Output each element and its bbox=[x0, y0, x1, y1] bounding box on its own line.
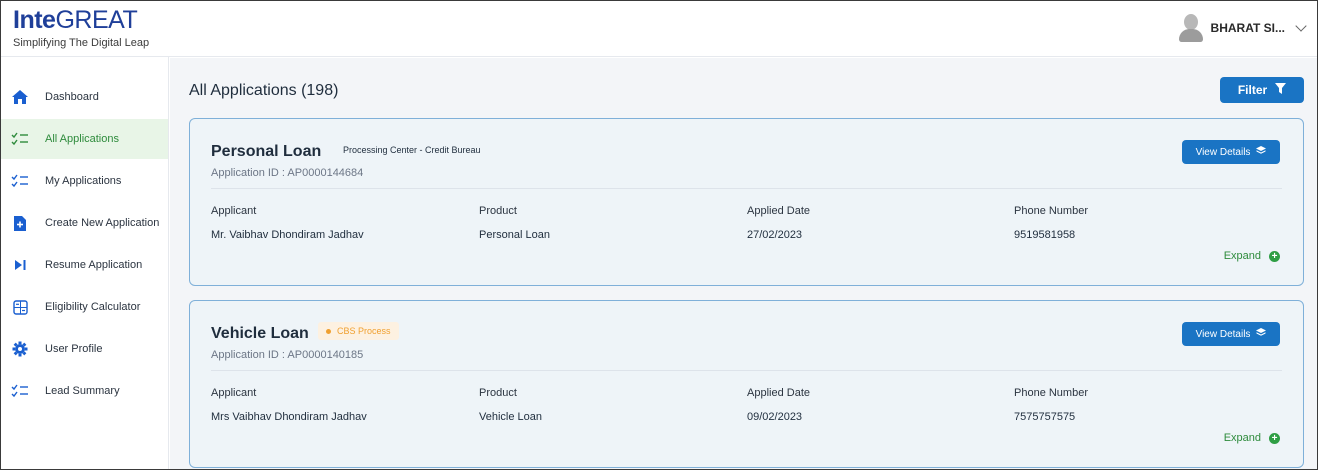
sidebar-item-label: Lead Summary bbox=[45, 385, 120, 397]
product-header: Product bbox=[479, 205, 517, 217]
play-next-icon bbox=[11, 256, 29, 274]
filter-icon bbox=[1275, 83, 1287, 97]
product-value: Personal Loan bbox=[479, 229, 550, 241]
card-divider bbox=[211, 370, 1282, 371]
expand-label: Expand bbox=[1223, 432, 1261, 444]
product-value: Vehicle Loan bbox=[479, 411, 542, 423]
file-plus-icon bbox=[11, 214, 29, 232]
application-id: Application ID : AP0000140185 bbox=[211, 349, 364, 361]
sidebar-item-label: Resume Application bbox=[45, 259, 143, 271]
user-menu[interactable]: BHARAT SI... bbox=[1178, 13, 1307, 43]
logo-bold-text: Inte bbox=[13, 6, 56, 34]
product-header: Product bbox=[479, 387, 517, 399]
sidebar-item-eligibility-calculator[interactable]: Eligibility Calculator bbox=[1, 287, 168, 327]
applicant-value: Mr. Vaibhav Dhondiram Jadhav bbox=[211, 229, 364, 241]
sidebar-item-dashboard[interactable]: Dashboard bbox=[1, 77, 168, 117]
view-details-label: View Details bbox=[1195, 146, 1251, 158]
application-id: Application ID : AP0000144684 bbox=[211, 167, 364, 179]
status-badge-label: CBS Process bbox=[337, 326, 391, 336]
checklist-icon bbox=[11, 382, 29, 400]
applicant-value: Mrs Vaibhav Dhondiram Jadhav bbox=[211, 411, 367, 423]
applicant-header: Applicant bbox=[211, 205, 257, 217]
application-card: Vehicle Loan CBS Process Application ID … bbox=[189, 300, 1304, 468]
applied-date-value: 27/02/2023 bbox=[747, 229, 803, 241]
phone-value: 9519581958 bbox=[1014, 229, 1076, 241]
logo-tagline: Simplifying The Digital Leap bbox=[13, 37, 150, 49]
checklist-icon bbox=[11, 172, 29, 190]
sidebar-item-label: Eligibility Calculator bbox=[45, 301, 141, 313]
user-name: BHARAT SI... bbox=[1210, 21, 1285, 35]
applied-date-header: Applied Date bbox=[747, 387, 810, 399]
avatar bbox=[1178, 14, 1203, 42]
sidebar: Dashboard All Applications My Applicatio… bbox=[1, 57, 169, 469]
brand-logo[interactable]: InteGREAT Simplifying The Digital Leap bbox=[13, 7, 149, 49]
status-badge: CBS Process bbox=[318, 322, 399, 340]
calculator-icon bbox=[11, 298, 29, 316]
applicant-header: Applicant bbox=[211, 387, 257, 399]
checklist-icon bbox=[11, 130, 29, 148]
gear-icon bbox=[11, 340, 29, 358]
top-header: InteGREAT Simplifying The Digital Leap B… bbox=[1, 1, 1317, 57]
filter-label: Filter bbox=[1237, 83, 1268, 97]
expand-label: Expand bbox=[1223, 250, 1261, 262]
expand-toggle[interactable]: Expand + bbox=[1224, 432, 1280, 444]
phone-header: Phone Number bbox=[1014, 205, 1088, 217]
sidebar-item-all-applications[interactable]: All Applications bbox=[1, 119, 168, 159]
sidebar-item-resume-application[interactable]: Resume Application bbox=[1, 245, 168, 285]
application-card: Personal Loan Processing Center - Credit… bbox=[189, 118, 1304, 286]
plus-circle-icon: + bbox=[1269, 250, 1280, 262]
status-dot-icon bbox=[326, 328, 331, 334]
filter-button[interactable]: Filter bbox=[1220, 77, 1304, 103]
view-details-label: View Details bbox=[1195, 328, 1251, 340]
applied-date-value: 09/02/2023 bbox=[747, 411, 803, 423]
sidebar-item-label: All Applications bbox=[45, 133, 119, 145]
sidebar-item-label: Dashboard bbox=[45, 91, 99, 103]
logo-light-text: GREAT bbox=[55, 6, 138, 34]
application-stage: Processing Center - Credit Bureau bbox=[343, 145, 481, 155]
logo-wordmark: InteGREAT bbox=[13, 7, 149, 33]
main-content: All Applications (198) Filter Personal L… bbox=[170, 58, 1317, 469]
app-window: InteGREAT Simplifying The Digital Leap B… bbox=[0, 0, 1318, 470]
sidebar-item-lead-summary[interactable]: Lead Summary bbox=[1, 371, 168, 411]
application-title: Personal Loan bbox=[211, 143, 322, 160]
chevron-down-icon bbox=[1295, 19, 1307, 32]
application-title: Vehicle Loan bbox=[211, 325, 309, 342]
sidebar-item-label: User Profile bbox=[45, 343, 103, 355]
phone-header: Phone Number bbox=[1014, 387, 1088, 399]
layers-icon bbox=[1256, 146, 1267, 158]
sidebar-item-label: My Applications bbox=[45, 175, 122, 187]
expand-toggle[interactable]: Expand + bbox=[1224, 250, 1280, 262]
phone-value: 7575757575 bbox=[1014, 411, 1076, 423]
sidebar-item-create-new-application[interactable]: Create New Application bbox=[1, 203, 168, 243]
view-details-button[interactable]: View Details bbox=[1182, 322, 1280, 346]
view-details-button[interactable]: View Details bbox=[1182, 140, 1280, 164]
applied-date-header: Applied Date bbox=[747, 205, 810, 217]
plus-circle-icon: + bbox=[1269, 432, 1280, 444]
layers-icon bbox=[1256, 328, 1267, 340]
sidebar-item-label: Create New Application bbox=[45, 217, 160, 229]
page-title: All Applications (198) bbox=[189, 82, 339, 99]
card-divider bbox=[211, 188, 1282, 189]
sidebar-item-my-applications[interactable]: My Applications bbox=[1, 161, 168, 201]
home-icon bbox=[11, 88, 29, 106]
sidebar-item-user-profile[interactable]: User Profile bbox=[1, 329, 168, 369]
